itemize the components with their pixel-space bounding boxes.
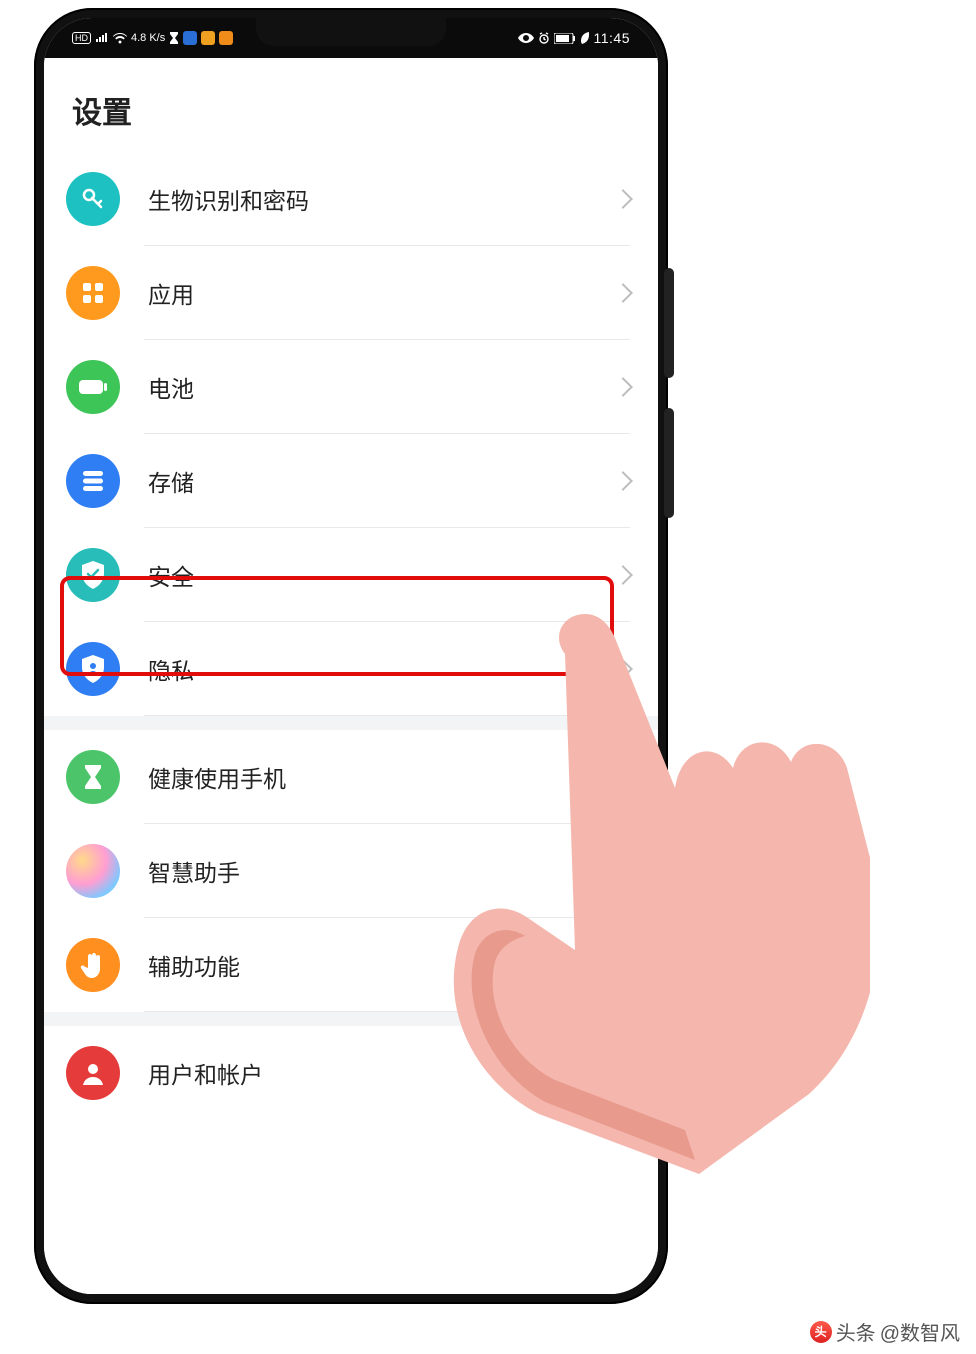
settings-item-accessibility[interactable]: 辅助功能	[44, 918, 658, 1012]
chevron-right-icon	[613, 283, 633, 303]
settings-list: 生物识别和密码 应用 电池	[44, 152, 658, 1294]
clock-text: 11:45	[594, 30, 631, 46]
group-divider	[44, 716, 658, 730]
chevron-right-icon	[613, 1063, 633, 1083]
speed-text: 4.8 K/s	[131, 32, 165, 44]
app-indicator-icon	[183, 31, 197, 45]
chevron-right-icon	[613, 189, 633, 209]
signal-icon	[95, 33, 109, 43]
settings-item-label: 用户和帐户	[148, 1056, 616, 1090]
storage-icon	[66, 454, 120, 508]
settings-item-label: 隐私	[148, 652, 616, 686]
eye-icon	[518, 33, 534, 43]
chevron-right-icon	[613, 659, 633, 679]
app-indicator-icon	[219, 31, 233, 45]
settings-item-label: 存储	[148, 464, 616, 498]
settings-item-label: 安全	[148, 558, 616, 592]
settings-item-label: 电池	[148, 370, 616, 404]
settings-screen: 设置 生物识别和密码 应用	[44, 58, 658, 1294]
settings-item-apps[interactable]: 应用	[44, 246, 658, 340]
settings-item-label: 生物识别和密码	[148, 182, 616, 216]
settings-item-label: 智慧助手	[148, 854, 616, 888]
phone-notch	[256, 18, 446, 46]
privacy-icon	[66, 642, 120, 696]
chevron-right-icon	[613, 861, 633, 881]
hand-icon	[66, 938, 120, 992]
settings-item-label: 应用	[148, 276, 616, 310]
settings-item-users-accounts[interactable]: 用户和帐户	[44, 1026, 658, 1120]
settings-item-label: 辅助功能	[148, 948, 616, 982]
phone-screen: HD 4.8 K/s	[44, 18, 658, 1294]
user-icon	[66, 1046, 120, 1100]
settings-item-label: 健康使用手机	[148, 760, 616, 794]
side-button	[664, 268, 674, 378]
wifi-icon	[113, 33, 127, 44]
settings-item-security[interactable]: 安全	[44, 528, 658, 622]
hd-badge: HD	[72, 32, 91, 44]
phone-frame: HD 4.8 K/s	[34, 8, 668, 1304]
settings-item-digital-balance[interactable]: 健康使用手机	[44, 730, 658, 824]
chevron-right-icon	[613, 377, 633, 397]
hourglass-icon	[66, 750, 120, 804]
app-indicator-icon	[201, 31, 215, 45]
alarm-icon	[538, 32, 550, 44]
side-button	[664, 408, 674, 518]
settings-item-privacy[interactable]: 隐私	[44, 622, 658, 716]
page-title: 设置	[44, 58, 658, 152]
attribution-handle: @数智风	[880, 1317, 960, 1346]
attribution: 头 头条 @数智风	[810, 1317, 960, 1346]
leaf-icon	[580, 32, 590, 44]
hourglass-icon	[169, 32, 179, 44]
chevron-right-icon	[613, 565, 633, 585]
key-icon	[66, 172, 120, 226]
attribution-prefix: 头条	[836, 1317, 876, 1346]
chevron-right-icon	[613, 471, 633, 491]
battery-icon	[66, 360, 120, 414]
apps-icon	[66, 266, 120, 320]
chevron-right-icon	[613, 767, 633, 787]
settings-item-biometrics[interactable]: 生物识别和密码	[44, 152, 658, 246]
group-divider	[44, 1012, 658, 1026]
assistant-icon	[66, 844, 120, 898]
settings-item-assistant[interactable]: 智慧助手	[44, 824, 658, 918]
settings-item-battery[interactable]: 电池	[44, 340, 658, 434]
chevron-right-icon	[613, 955, 633, 975]
shield-icon	[66, 548, 120, 602]
toutiao-icon: 头	[810, 1321, 832, 1343]
battery-icon	[554, 33, 576, 44]
settings-item-storage[interactable]: 存储	[44, 434, 658, 528]
